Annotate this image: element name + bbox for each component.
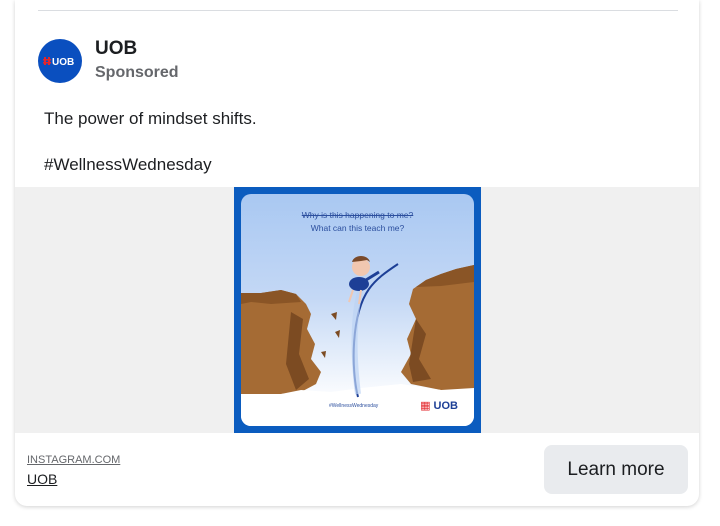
post-hashtag[interactable]: #WellnessWednesday <box>44 155 257 175</box>
sponsored-post-card: UOB UOB Sponsored The power of mindset s… <box>15 0 699 506</box>
ad-hashtag: #WellnessWednesday <box>329 403 379 409</box>
ad-question-text: What can this teach me? <box>310 223 405 233</box>
uob-logo-icon: UOB <box>43 57 74 68</box>
avatar-text: UOB <box>52 57 74 68</box>
link-footer[interactable]: INSTAGRAM.COM UOB Learn more <box>15 433 699 506</box>
ad-crossed-text: Why is this happening to me? <box>301 210 414 220</box>
ad-image-inner: Why is this happening to me? What can th… <box>241 194 474 426</box>
ad-logo: ▦ UOB <box>420 399 458 412</box>
sponsored-label[interactable]: Sponsored <box>95 64 179 82</box>
ad-image[interactable]: Why is this happening to me? What can th… <box>234 187 481 433</box>
post-text: The power of mindset shifts. #WellnessWe… <box>44 109 257 175</box>
avatar[interactable]: UOB <box>38 39 82 83</box>
learn-more-button[interactable]: Learn more <box>544 445 688 494</box>
divider <box>38 10 678 11</box>
ad-logo-text: UOB <box>433 400 458 412</box>
link-domain[interactable]: INSTAGRAM.COM <box>27 454 120 466</box>
uob-mark-icon: ▦ <box>420 400 431 412</box>
media-area[interactable]: Why is this happening to me? What can th… <box>15 187 699 433</box>
link-title[interactable]: UOB <box>27 471 57 487</box>
post-text-line: The power of mindset shifts. <box>44 109 257 128</box>
page-name[interactable]: UOB <box>95 38 137 60</box>
